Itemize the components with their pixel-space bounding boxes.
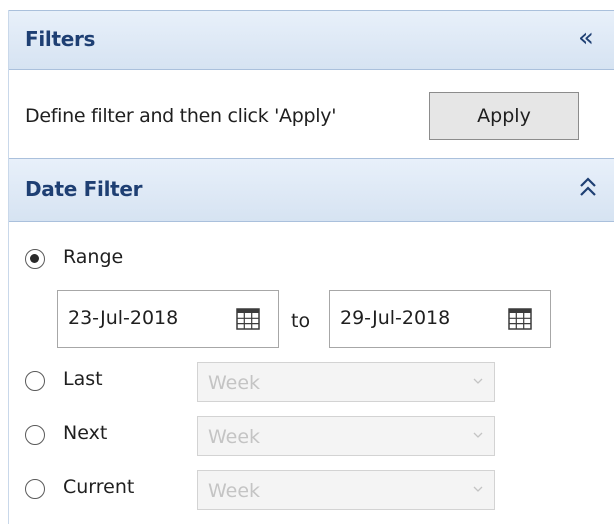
radio-option-last[interactable]: Last	[25, 368, 165, 396]
last-period-select: Week	[197, 362, 495, 402]
current-radio[interactable]	[25, 479, 45, 499]
filters-panel: Filters « Define filter and then click '…	[8, 10, 614, 524]
range-radio[interactable]	[25, 249, 45, 269]
double-chevron-up-icon	[580, 177, 596, 196]
to-date-input[interactable]: 29-Jul-2018	[329, 290, 551, 348]
last-radio[interactable]	[25, 371, 45, 391]
date-filter-title: Date Filter	[25, 177, 143, 201]
chevron-down-icon	[473, 378, 483, 384]
to-label: to	[291, 310, 311, 332]
next-period-value: Week	[208, 426, 261, 448]
filters-header: Filters «	[9, 10, 614, 70]
filters-title: Filters	[25, 27, 96, 51]
chevron-down-icon	[473, 486, 483, 492]
calendar-icon[interactable]	[236, 308, 260, 330]
to-date-value[interactable]: 29-Jul-2018	[340, 307, 450, 329]
last-period-value: Week	[208, 372, 261, 394]
last-label: Last	[63, 368, 103, 390]
collapse-panel-button[interactable]: «	[573, 25, 599, 53]
radio-option-range[interactable]: Range	[25, 246, 165, 274]
double-chevron-left-icon: «	[578, 23, 594, 53]
next-period-select: Week	[197, 416, 495, 456]
from-date-input[interactable]: 23-Jul-2018	[57, 290, 279, 348]
from-date-value[interactable]: 23-Jul-2018	[68, 307, 178, 329]
date-filter-header[interactable]: Date Filter	[9, 158, 614, 222]
collapse-section-button[interactable]	[577, 175, 599, 201]
calendar-icon[interactable]	[508, 308, 532, 330]
radio-option-current[interactable]: Current	[25, 476, 175, 504]
next-radio[interactable]	[25, 425, 45, 445]
current-period-select: Week	[197, 470, 495, 510]
chevron-down-icon	[473, 432, 483, 438]
next-label: Next	[63, 422, 108, 444]
current-period-value: Week	[208, 480, 261, 502]
apply-button[interactable]: Apply	[429, 92, 579, 140]
current-label: Current	[63, 476, 135, 498]
filter-instruction: Define filter and then click 'Apply'	[25, 105, 337, 127]
range-label: Range	[63, 246, 124, 268]
radio-option-next[interactable]: Next	[25, 422, 165, 450]
